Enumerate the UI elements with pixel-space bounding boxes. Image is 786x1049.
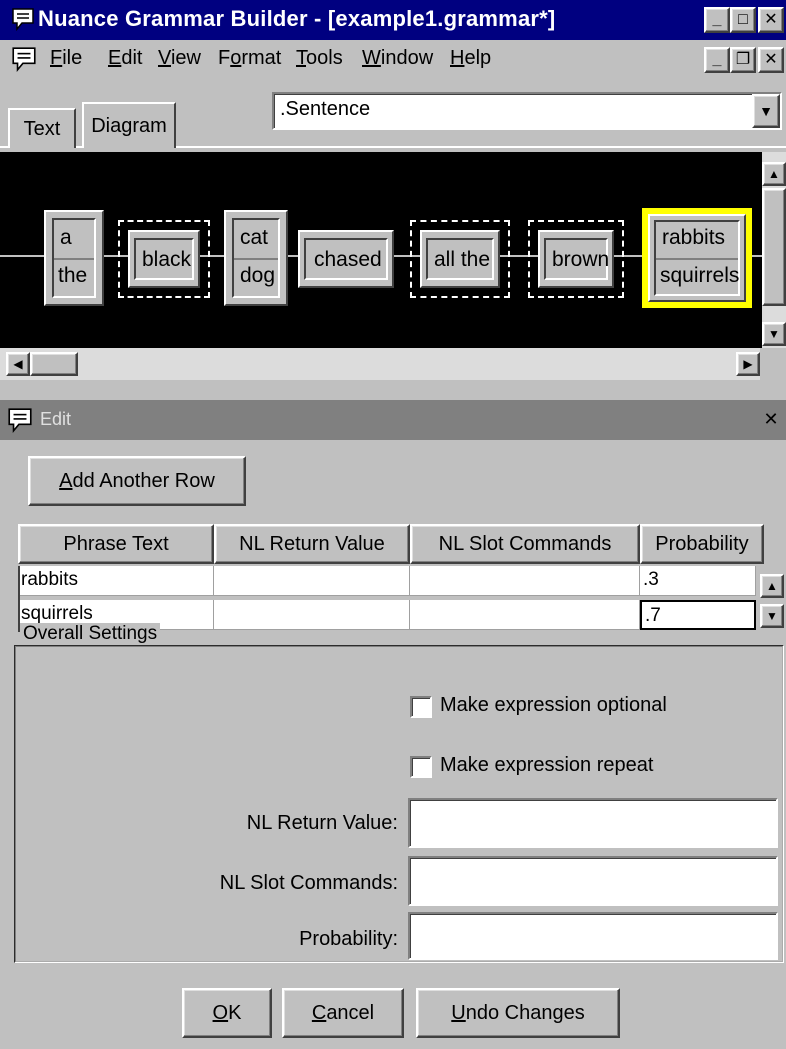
nl-return-input[interactable]: [408, 798, 778, 848]
scroll-up-icon[interactable]: ▲: [762, 162, 786, 186]
cell-nl-return[interactable]: [214, 566, 410, 596]
grid-header-nl-return[interactable]: NL Return Value: [214, 524, 410, 564]
menu-window[interactable]: Window: [362, 47, 433, 70]
nl-return-label: NL Return Value:: [246, 812, 398, 834]
menu-format[interactable]: Format: [218, 47, 281, 70]
document-icon[interactable]: [10, 45, 38, 73]
grid-header-phrase[interactable]: Phrase Text: [18, 524, 214, 564]
vertical-scroll-thumb[interactable]: [762, 188, 786, 306]
doc-minimize-button[interactable]: _: [704, 47, 730, 73]
cell-nl-return[interactable]: [214, 600, 410, 630]
close-icon: ✕: [764, 51, 778, 68]
scroll-corner: [760, 348, 786, 380]
node-word: a: [60, 226, 72, 249]
grid-header-nl-slot[interactable]: NL Slot Commands: [410, 524, 640, 564]
node-word: rabbits: [662, 226, 726, 249]
diagram-node-article[interactable]: a the: [44, 210, 104, 306]
minimize-button[interactable]: _: [704, 7, 730, 33]
node-word: chased: [314, 248, 382, 271]
diagram-node-animal[interactable]: cat dog: [224, 210, 288, 306]
cell-phrase[interactable]: rabbits: [18, 566, 214, 596]
diagram-node-chased[interactable]: chased: [298, 230, 394, 288]
repeat-label[interactable]: Make expression repeat: [440, 754, 653, 777]
probability-label: Probability:: [299, 928, 398, 950]
maximize-icon: □: [738, 11, 748, 28]
optional-label[interactable]: Make expression optional: [440, 694, 667, 717]
diagram-node-all-the[interactable]: all the: [420, 230, 500, 288]
minimize-icon: _: [712, 51, 722, 68]
diagram-node-brown[interactable]: brown: [538, 230, 614, 288]
close-icon: ✕: [764, 11, 778, 28]
menu-edit[interactable]: Edit: [108, 47, 142, 70]
doc-close-button[interactable]: ✕: [758, 47, 784, 73]
close-button[interactable]: ✕: [758, 7, 784, 33]
scroll-left-icon[interactable]: ◀: [6, 352, 30, 376]
optional-checkbox[interactable]: [410, 696, 432, 718]
edit-panel-title-bar[interactable]: Edit ✕: [0, 400, 786, 440]
scroll-up-icon[interactable]: ▲: [760, 574, 784, 598]
node-word: brown: [552, 248, 610, 271]
cell-probability[interactable]: .3: [640, 566, 756, 596]
menu-help[interactable]: Help: [450, 47, 491, 70]
diagram-node-black[interactable]: black: [128, 230, 200, 288]
title-bar[interactable]: Nuance Grammar Builder - [example1.gramm…: [0, 0, 786, 40]
node-word: all the: [434, 248, 491, 271]
close-icon[interactable]: ✕: [760, 408, 782, 430]
cell-nl-slot[interactable]: [410, 566, 640, 596]
grid-header-probability[interactable]: Probability: [640, 524, 764, 564]
edit-icon: [8, 408, 32, 434]
overall-settings-label: Overall Settings: [20, 623, 161, 645]
repeat-checkbox[interactable]: [410, 756, 432, 778]
node-divider: [234, 258, 278, 260]
cell-probability-active[interactable]: .7: [640, 600, 756, 630]
tab-text[interactable]: Text: [8, 108, 76, 148]
horizontal-scroll-thumb[interactable]: [30, 352, 78, 376]
node-divider: [54, 258, 94, 260]
diagram-node-prey[interactable]: rabbits squirrels: [648, 214, 746, 302]
add-row-button[interactable]: Add Another Row: [28, 456, 246, 506]
nl-slot-input[interactable]: [408, 856, 778, 906]
minimize-icon: _: [712, 11, 722, 28]
node-word: squirrels: [660, 264, 740, 287]
node-word: black: [142, 248, 192, 271]
edit-panel-title: Edit: [40, 409, 72, 429]
maximize-button[interactable]: □: [730, 7, 756, 33]
menu-file[interactable]: File: [50, 47, 82, 70]
scroll-down-icon[interactable]: ▼: [760, 604, 784, 628]
scroll-right-icon[interactable]: ▶: [736, 352, 760, 376]
view-toolbar: Text Diagram .Sentence ▼: [0, 80, 786, 152]
tab-diagram[interactable]: Diagram: [82, 102, 176, 148]
node-divider: [656, 258, 738, 260]
window-title: Nuance Grammar Builder - [example1.gramm…: [38, 6, 556, 31]
cancel-button[interactable]: Cancel: [282, 988, 404, 1038]
node-word: the: [58, 264, 88, 287]
app-icon: [12, 8, 34, 32]
restore-icon: ❐: [735, 51, 751, 68]
diagram-canvas: a the black cat dog chased all the brown…: [0, 152, 762, 348]
horizontal-scrollbar[interactable]: [0, 348, 786, 380]
node-word: dog: [240, 264, 276, 287]
nl-slot-label: NL Slot Commands:: [219, 872, 398, 894]
probability-input[interactable]: [408, 912, 778, 960]
menu-view[interactable]: View: [158, 47, 201, 70]
node-word: cat: [240, 226, 269, 249]
menu-bar: File Edit View Format Tools Window Help …: [0, 40, 786, 80]
ok-button[interactable]: OK: [182, 988, 272, 1038]
undo-changes-button[interactable]: Undo Changes: [416, 988, 620, 1038]
scroll-down-icon[interactable]: ▼: [762, 322, 786, 346]
splitter[interactable]: [0, 380, 786, 400]
cell-nl-slot[interactable]: [410, 600, 640, 630]
rule-select[interactable]: .Sentence ▼: [272, 92, 782, 130]
doc-restore-button[interactable]: ❐: [730, 47, 756, 73]
rule-select-value: .Sentence: [280, 98, 371, 120]
chevron-down-icon[interactable]: ▼: [752, 94, 780, 128]
menu-tools[interactable]: Tools: [296, 47, 343, 70]
